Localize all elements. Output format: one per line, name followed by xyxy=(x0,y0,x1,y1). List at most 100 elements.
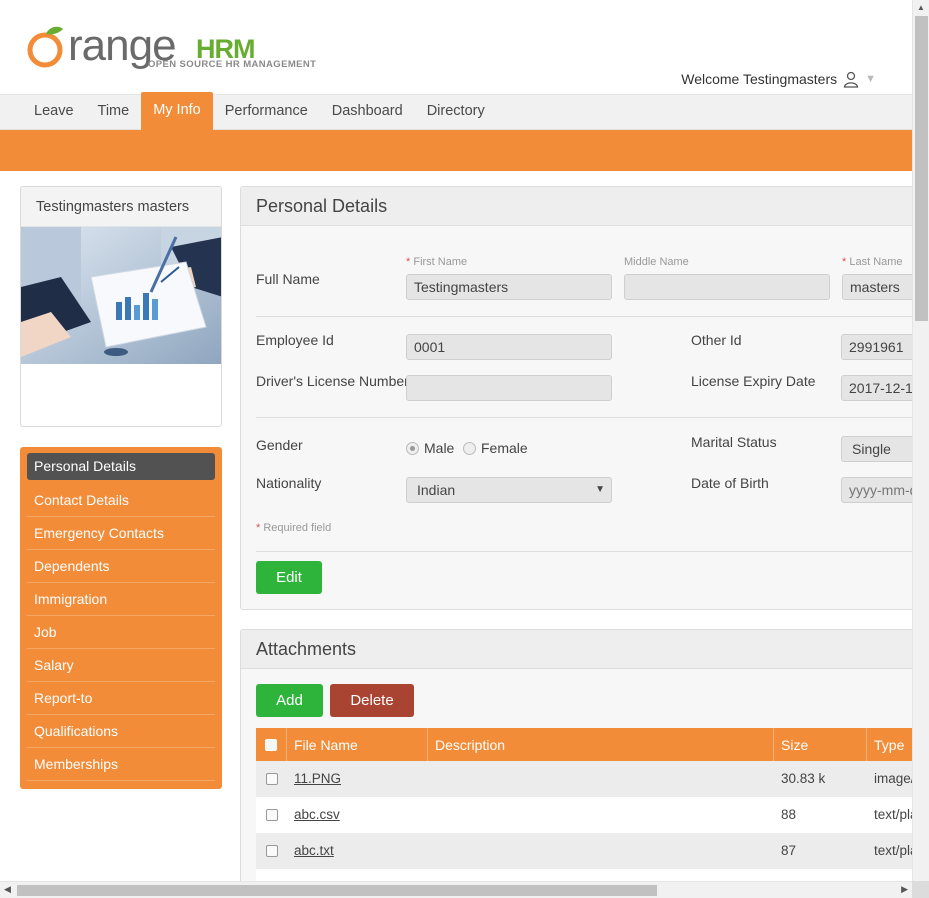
other-id-label: Other Id xyxy=(691,332,742,348)
scroll-up-icon[interactable]: ▲ xyxy=(917,3,925,12)
panel-title: Attachments xyxy=(241,630,929,669)
add-attachment-button[interactable]: Add xyxy=(256,684,323,717)
row-checkbox[interactable] xyxy=(265,845,278,857)
license-label: Driver's License Number xyxy=(256,373,409,389)
divider xyxy=(256,551,926,552)
page-header: range HRM OPEN SOURCE HR MANAGEMENT Welc… xyxy=(0,0,912,94)
employee-id-label: Employee Id xyxy=(256,332,334,348)
employee-id-field[interactable]: 0001 xyxy=(406,334,612,360)
row-checkbox[interactable] xyxy=(265,809,278,821)
gender-male-radio[interactable]: Male xyxy=(406,440,454,456)
column-header-file-name[interactable]: File Name xyxy=(287,728,428,761)
divider xyxy=(256,417,926,418)
table-row: abc.txt 87 text/plain xyxy=(256,833,929,869)
tab-my-info[interactable]: My Info xyxy=(141,92,213,130)
tab-leave[interactable]: Leave xyxy=(22,95,86,130)
sidemenu-contact-details[interactable]: Contact Details xyxy=(27,484,215,517)
middle-name-label: Middle Name xyxy=(624,256,689,268)
orangehrm-logo[interactable]: range HRM OPEN SOURCE HR MANAGEMENT xyxy=(22,12,316,72)
sidemenu-report-to[interactable]: Report-to xyxy=(27,682,215,715)
required-note: * Required field xyxy=(256,522,332,534)
row-select-cell xyxy=(256,761,287,797)
sidemenu-salary[interactable]: Salary xyxy=(27,649,215,682)
sidemenu-personal-details[interactable]: Personal Details xyxy=(27,453,215,480)
vertical-scroll-thumb[interactable] xyxy=(915,16,928,321)
attachments-table: File Name Description Size Type 11.PNG 3… xyxy=(256,728,929,888)
nationality-label: Nationality xyxy=(256,475,322,491)
main-nav: Leave Time My Info Performance Dashboard… xyxy=(0,92,912,130)
gender-label: Gender xyxy=(256,437,303,453)
panel-title: Personal Details xyxy=(241,187,929,226)
license-expiry-label: License Expiry Date xyxy=(691,373,816,389)
table-row: abc.csv 88 text/plain xyxy=(256,797,929,833)
column-header-description[interactable]: Description xyxy=(428,728,774,761)
tab-performance[interactable]: Performance xyxy=(213,95,320,130)
file-link[interactable]: abc.txt xyxy=(294,843,334,858)
profile-card: Testingmasters masters xyxy=(20,186,222,427)
tab-time[interactable]: Time xyxy=(86,95,142,130)
subnav-bar xyxy=(0,130,912,171)
row-checkbox[interactable] xyxy=(265,773,278,785)
horizontal-scrollbar[interactable]: ◀ ▶ xyxy=(0,881,912,898)
welcome-menu[interactable]: Welcome Testingmasters ▼ xyxy=(681,70,876,88)
sidemenu-job[interactable]: Job xyxy=(27,616,215,649)
row-select-cell xyxy=(256,797,287,833)
radio-icon xyxy=(406,441,419,455)
sidemenu-dependents[interactable]: Dependents xyxy=(27,550,215,583)
size-cell: 88 xyxy=(781,807,797,822)
column-header-size[interactable]: Size xyxy=(774,728,867,761)
welcome-text: Welcome Testingmasters xyxy=(681,71,838,87)
nationality-value: Indian xyxy=(417,482,456,498)
table-header: File Name Description Size Type xyxy=(256,728,929,761)
middle-name-field[interactable] xyxy=(624,274,830,300)
description-cell xyxy=(428,761,774,797)
size-cell: 30.83 k xyxy=(781,771,826,786)
full-name-label: Full Name xyxy=(256,271,320,287)
gender-female-label: Female xyxy=(481,440,528,456)
side-menu: Personal Details Contact Details Emergen… xyxy=(20,447,222,789)
file-name-cell: abc.csv xyxy=(287,797,428,833)
select-all-checkbox[interactable] xyxy=(265,738,277,751)
user-icon xyxy=(843,71,859,88)
nationality-select[interactable]: Indian ▼ xyxy=(406,477,612,503)
table-body: 11.PNG 30.83 k image/png abc.csv 88 text… xyxy=(256,761,929,888)
select-all-cell xyxy=(256,728,287,761)
orange-logo-icon xyxy=(27,26,63,68)
file-link[interactable]: 11.PNG xyxy=(294,771,341,786)
license-field[interactable] xyxy=(406,375,612,401)
chevron-down-icon: ▼ xyxy=(595,484,605,495)
sidemenu-emergency-contacts[interactable]: Emergency Contacts xyxy=(27,517,215,550)
profile-photo[interactable] xyxy=(21,227,222,364)
marital-status-label: Marital Status xyxy=(691,434,777,450)
gender-female-radio[interactable]: Female xyxy=(463,440,528,456)
vertical-scrollbar[interactable]: ▲ xyxy=(912,0,929,898)
horizontal-scroll-thumb[interactable] xyxy=(17,885,657,896)
first-name-label: * First Name xyxy=(406,256,468,268)
scroll-left-icon[interactable]: ◀ xyxy=(4,884,11,895)
sidemenu-memberships[interactable]: Memberships xyxy=(27,748,215,781)
description-cell xyxy=(428,833,774,869)
size-cell: 87 xyxy=(781,843,797,858)
scroll-right-icon[interactable]: ▶ xyxy=(901,884,908,895)
profile-name: Testingmasters masters xyxy=(21,187,221,227)
first-name-field[interactable]: Testingmasters xyxy=(406,274,612,300)
sidemenu-immigration[interactable]: Immigration xyxy=(27,583,215,616)
file-name-cell: abc.txt xyxy=(287,833,428,869)
tab-directory[interactable]: Directory xyxy=(415,95,497,130)
personal-details-panel: Personal Details Full Name * First Name … xyxy=(240,186,929,610)
tab-dashboard[interactable]: Dashboard xyxy=(320,95,415,130)
file-name-cell: 11.PNG xyxy=(287,761,428,797)
attachments-panel: Attachments Add Delete File Name Descrip… xyxy=(240,629,929,889)
row-select-cell xyxy=(256,833,287,869)
sidemenu-qualifications[interactable]: Qualifications xyxy=(27,715,215,748)
edit-button[interactable]: Edit xyxy=(256,561,322,594)
file-link[interactable]: abc.csv xyxy=(294,807,340,822)
logo-tagline: OPEN SOURCE HR MANAGEMENT xyxy=(148,59,317,70)
radio-icon xyxy=(463,441,476,455)
last-name-label: * Last Name xyxy=(842,256,903,268)
chevron-down-icon[interactable]: ▼ xyxy=(865,73,876,85)
gender-male-label: Male xyxy=(424,440,455,456)
divider xyxy=(256,316,926,317)
description-cell xyxy=(428,797,774,833)
delete-attachment-button[interactable]: Delete xyxy=(330,684,414,717)
